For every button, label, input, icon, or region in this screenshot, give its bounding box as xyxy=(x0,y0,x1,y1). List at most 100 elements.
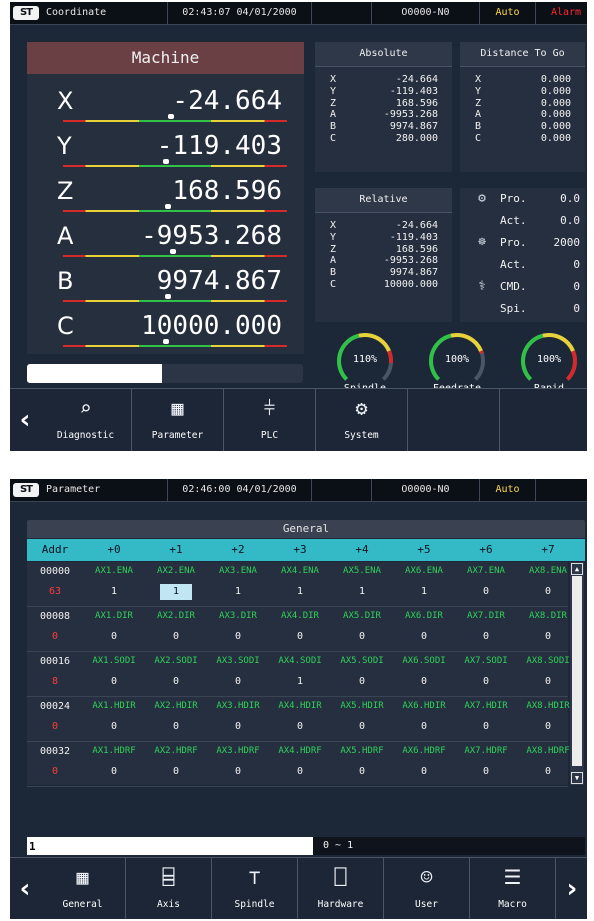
parameter-name: AX1.HDIR xyxy=(92,701,136,711)
parameter-bit-value[interactable]: 0 xyxy=(145,629,207,645)
absolute-rows: X -24.664 Y -119.403 Z 168.596 A -9953.268 B 9974… xyxy=(315,67,452,145)
coord-row: C 280.000 xyxy=(315,133,452,145)
coordinate-screen: ST Coordinate 02:43:07 04/01/2000 O0000-… xyxy=(10,2,587,451)
column-header: +3 xyxy=(293,543,307,556)
status-label: Act. xyxy=(500,214,527,227)
back-arrow-icon[interactable]: ‹ xyxy=(10,389,40,451)
parameter-decimal: 63 xyxy=(48,586,62,597)
parameter-name: AX5.HDIR xyxy=(340,701,384,711)
mode-indicator: Auto xyxy=(480,2,536,24)
axis-range-bar xyxy=(63,345,287,347)
parameter-name: AX3.ENA xyxy=(219,566,257,576)
parameter-bit-value[interactable]: 0 xyxy=(393,719,455,735)
parameter-bit-value[interactable]: 0 xyxy=(269,764,331,780)
parameter-name: AX4.ENA xyxy=(281,566,319,576)
gauge-fill-segment xyxy=(542,333,575,352)
distance-to-go-header: Distance To Go xyxy=(460,42,585,67)
toolbar-button-plc[interactable]: ⫩ PLC xyxy=(224,389,316,451)
parameter-bit-value[interactable]: 1 xyxy=(269,674,331,690)
parameter-address: 00016 xyxy=(39,656,71,667)
progress-fill xyxy=(27,364,163,383)
scroll-up-icon[interactable]: ▲ xyxy=(571,563,583,575)
coord-row: X -24.664 xyxy=(315,220,452,232)
forward-arrow-icon[interactable]: › xyxy=(557,858,587,919)
toolbar-label: Diagnostic xyxy=(56,430,115,441)
parameter-bit-value[interactable]: 0 xyxy=(455,629,517,645)
toolbar-button-macro[interactable]: ☰ Macro xyxy=(470,858,556,919)
toolbar-button-axis[interactable]: ⌸ Axis xyxy=(126,858,212,919)
parameter-bit-value[interactable]: 0 xyxy=(393,764,455,780)
relative-rows: X -24.664 Y -119.403 Z 168.596 A -9953.268 B 9974… xyxy=(315,213,452,291)
status-row: ☸ Pro. 2000 xyxy=(460,232,585,254)
parameter-bit-value[interactable]: 0 xyxy=(207,629,269,645)
toolbar-button-general[interactable]: ▦ General xyxy=(40,858,126,919)
parameter-bit-value[interactable]: 0 xyxy=(207,674,269,690)
machine-header: Machine xyxy=(27,42,304,74)
parameter-bit-value[interactable]: 0 xyxy=(145,764,207,780)
parameter-bit-value[interactable]: 1 xyxy=(207,584,269,600)
parameter-bit-value[interactable]: 0 xyxy=(207,719,269,735)
toolbar-button-parameter[interactable]: ▦ Parameter xyxy=(132,389,224,451)
scroll-thumb[interactable] xyxy=(572,576,582,766)
parameter-bit-value[interactable]: 0 xyxy=(145,719,207,735)
parameter-bit-value[interactable]: 0 xyxy=(83,719,145,735)
parameter-bit-value[interactable]: 0 xyxy=(331,629,393,645)
parameter-bit-value[interactable]: 0 xyxy=(331,674,393,690)
parameter-bit-value[interactable]: 0 xyxy=(83,629,145,645)
parameter-name: AX2.SODI xyxy=(154,656,198,666)
parameter-bit-value[interactable]: 0 xyxy=(207,764,269,780)
parameter-name: AX7.HDRF xyxy=(464,746,508,756)
parameter-bit-value[interactable]: 0 xyxy=(393,674,455,690)
parameter-bit-value[interactable]: 0 xyxy=(269,629,331,645)
machine-axis-row: B 9974.867 xyxy=(27,262,304,304)
axis-label: Y xyxy=(57,132,72,160)
parameter-name: AX3.DIR xyxy=(219,611,257,621)
coord-row: Z 168.596 xyxy=(315,244,452,256)
status-label: CMD. xyxy=(500,280,527,293)
scroll-down-icon[interactable]: ▼ xyxy=(571,772,583,784)
parameter-bit-value[interactable]: 0 xyxy=(455,719,517,735)
toolbar-button-diagnostic[interactable]: ⌕ Diagnostic xyxy=(40,389,132,451)
axis-position-marker xyxy=(167,114,174,119)
toolbar-label: Axis xyxy=(157,899,180,910)
column-header: +7 xyxy=(541,543,555,556)
parameter-bit-value[interactable]: 0 xyxy=(455,764,517,780)
toolbar-button-system[interactable]: ⚙ System xyxy=(316,389,408,451)
parameter-name: AX1.ENA xyxy=(95,566,133,576)
parameter-bit-value[interactable]: 0 xyxy=(393,629,455,645)
parameter-name: AX4.SODI xyxy=(278,656,322,666)
parameter-bit-value[interactable]: 1 xyxy=(393,584,455,600)
vertical-scrollbar[interactable]: ▲ ▼ xyxy=(570,562,584,785)
parameter-bit-value[interactable]: 0 xyxy=(455,584,517,600)
parameter-bit-value[interactable]: 0 xyxy=(455,674,517,690)
parameter-name: AX3.SODI xyxy=(216,656,260,666)
status-value: 0 xyxy=(573,302,580,315)
page-title: Coordinate xyxy=(46,2,168,24)
parameter-bit-value[interactable]: 0 xyxy=(145,674,207,690)
status-label: Act. xyxy=(500,258,527,271)
column-header: +2 xyxy=(231,543,245,556)
parameter-bit-value[interactable]: 0 xyxy=(269,719,331,735)
coord-row: Z 168.596 xyxy=(315,98,452,110)
toolbar-button-user[interactable]: ☺ User xyxy=(384,858,470,919)
parameter-bit-value[interactable]: 1 xyxy=(331,584,393,600)
parameter-bit-value[interactable]: 0 xyxy=(331,719,393,735)
status-value: 2000 xyxy=(553,236,581,249)
parameter-row: 00000 63 AX1.ENA 1 AX2.ENA 1 AX3.ENA 1 AX4.ENA 1 A… xyxy=(27,562,568,607)
parameter-bit-value-selected[interactable]: 1 xyxy=(160,584,192,600)
parameter-value-input[interactable] xyxy=(27,837,313,855)
spindle-icon: ⊤ xyxy=(248,865,261,889)
bottom-toolbar: ‹ ▦ General ⌸ Axis ⊤ Spindle ⎕ Hardware ☺ User ☰ Ma… xyxy=(10,857,587,919)
parameter-bit-value[interactable]: 0 xyxy=(83,764,145,780)
parameter-bit-value[interactable]: 1 xyxy=(269,584,331,600)
distance-to-go-rows: X 0.000 Y 0.000 Z 0.000 A 0.000 B 0.000 C 0.000 xyxy=(460,67,585,145)
axis-range-bar xyxy=(63,255,287,257)
parameter-bit-value[interactable]: 0 xyxy=(83,674,145,690)
toolbar-button-spindle[interactable]: ⊤ Spindle xyxy=(212,858,298,919)
parameter-bit-value[interactable]: 1 xyxy=(83,584,145,600)
back-arrow-icon[interactable]: ‹ xyxy=(10,858,40,919)
axis-range-bar xyxy=(63,300,287,302)
parameter-bit-value[interactable]: 0 xyxy=(331,764,393,780)
toolbar-button-hardware[interactable]: ⎕ Hardware xyxy=(298,858,384,919)
alarm-indicator[interactable]: Alarm xyxy=(536,2,587,24)
